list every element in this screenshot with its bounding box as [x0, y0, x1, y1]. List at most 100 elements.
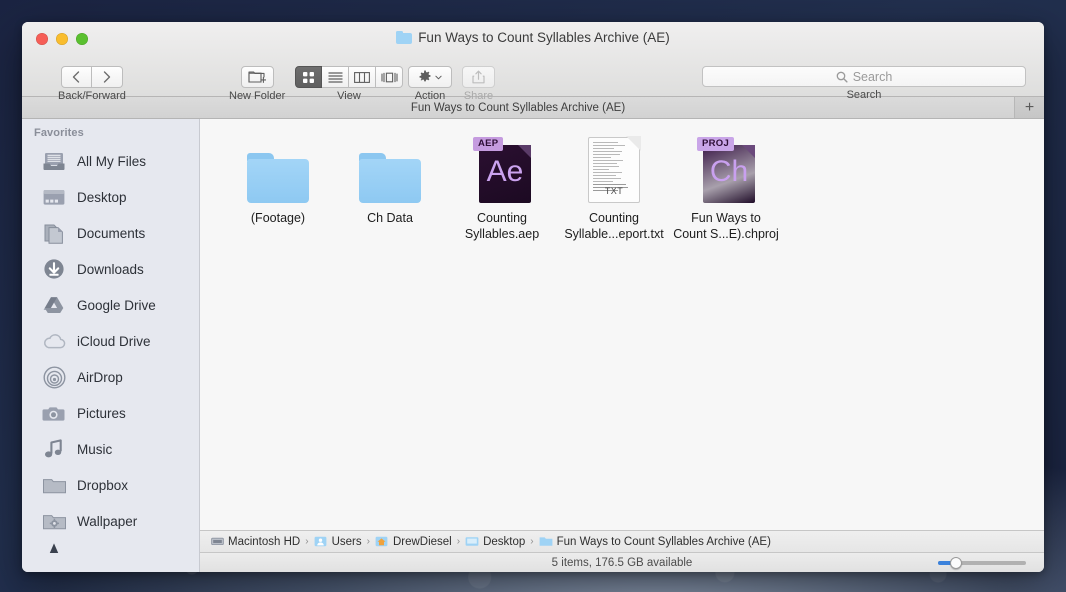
sidebar-section-favorites: Favorites [34, 127, 84, 139]
sidebar-item-google-drive[interactable]: Google Drive [22, 287, 199, 323]
sidebar-item-label: iCloud Drive [77, 333, 151, 349]
icon-view-button[interactable] [295, 66, 322, 88]
breadcrumb-separator: › [456, 536, 461, 547]
column-view-icon [354, 71, 370, 83]
navigation-group: Back/Forward [58, 66, 126, 102]
breadcrumb-drewdiesel[interactable]: DrewDiesel [375, 536, 452, 548]
view-caption: View [337, 90, 361, 102]
sidebar-item-downloads[interactable]: Downloads [22, 251, 199, 287]
desktop-folder-icon [465, 536, 479, 548]
file-icon-grid[interactable]: (Footage) Ch Data AEP Ae Counting Syllab… [200, 119, 1044, 530]
sidebar-item-all-my-files[interactable]: All My Files [22, 143, 199, 179]
new-folder-button[interactable] [240, 66, 274, 88]
text-file-icon: TXT [588, 136, 641, 203]
hard-drive-icon [210, 536, 224, 548]
status-text: 5 items, 176.5 GB available [551, 556, 693, 569]
adobe-icon [40, 539, 68, 553]
icon-size-slider-knob[interactable] [949, 556, 962, 569]
column-view-button[interactable] [349, 66, 376, 88]
list-view-icon [328, 71, 342, 83]
new-folder-icon [248, 71, 267, 83]
new-folder-group: New Folder [229, 66, 285, 102]
file-label: Ch Data [367, 211, 413, 225]
sidebar: Favorites All My Files Desktop Documents… [22, 119, 200, 572]
file-label: Counting Syllable...eport.txt [564, 211, 664, 241]
window-title-bar: Fun Ways to Count Syllables Archive (AE) [22, 30, 1044, 45]
share-group: Share [462, 66, 495, 102]
breadcrumb-separator: › [366, 536, 370, 547]
breadcrumb-separator: › [305, 536, 309, 547]
sidebar-item-label: Google Drive [77, 297, 156, 313]
after-effects-file-icon: AEP Ae [473, 135, 531, 203]
folder-icon [396, 31, 413, 44]
icloud-drive-icon [40, 329, 68, 353]
file-item-counting-syllable-report-txt[interactable]: TXT Counting Syllable...eport.txt [558, 135, 670, 242]
thumbnail [359, 135, 421, 203]
file-item-fun-ways-chproj[interactable]: PROJ Ch Fun Ways to Count S...E).chproj [670, 135, 782, 242]
sidebar-item-label: All My Files [77, 153, 147, 169]
coverflow-view-button[interactable] [376, 66, 403, 88]
breadcrumb-label: Users [331, 535, 362, 548]
thumbnail: TXT [588, 135, 641, 203]
sidebar-item-airdrop[interactable]: AirDrop [22, 359, 199, 395]
share-caption: Share [463, 90, 494, 102]
sidebar-item-wallpaper[interactable]: Wallpaper [22, 503, 199, 539]
action-button[interactable] [408, 66, 452, 88]
sidebar-item-documents[interactable]: Documents [22, 215, 199, 251]
search-input[interactable]: Search [702, 66, 1026, 87]
action-group: Action [408, 66, 452, 102]
sidebar-item-desktop[interactable]: Desktop [22, 179, 199, 215]
coverflow-view-icon [380, 72, 398, 82]
breadcrumb-users[interactable]: Users [314, 536, 362, 548]
share-icon [472, 70, 485, 84]
file-label: Counting Syllables.aep [464, 211, 540, 241]
chevron-right-icon [103, 71, 111, 83]
file-item-footage[interactable]: (Footage) [222, 135, 334, 242]
sidebar-item-label: Desktop [77, 189, 127, 205]
sidebar-item-label: Documents [77, 225, 146, 241]
documents-icon [40, 221, 68, 245]
breadcrumb-desktop[interactable]: Desktop [465, 536, 525, 548]
airdrop-icon [40, 365, 68, 389]
share-button[interactable] [462, 66, 495, 88]
forward-button[interactable] [91, 66, 123, 88]
breadcrumb-current-folder[interactable]: Fun Ways to Count Syllables Archive (AE) [539, 536, 771, 548]
pictures-icon [40, 401, 68, 425]
users-folder-icon [314, 536, 328, 548]
all-my-files-icon [40, 149, 68, 173]
file-item-counting-syllables-aep[interactable]: AEP Ae Counting Syllables.aep [446, 135, 558, 242]
finder-window: Fun Ways to Count Syllables Archive (AE)… [22, 22, 1044, 572]
back-button[interactable] [60, 66, 92, 88]
sidebar-item-label: Wallpaper [77, 513, 138, 529]
icon-view-icon [303, 71, 314, 83]
search-group: Search Search [684, 66, 1044, 101]
breadcrumb-label: DrewDiesel [392, 535, 452, 548]
icon-size-slider[interactable] [938, 556, 1026, 569]
sidebar-item-music[interactable]: Music [22, 431, 199, 467]
status-bar: 5 items, 176.5 GB available [200, 552, 1044, 572]
file-item-ch-data[interactable]: Ch Data [334, 135, 446, 242]
chevron-left-icon [73, 71, 80, 83]
sidebar-item-icloud-drive[interactable]: iCloud Drive [22, 323, 199, 359]
window-body: Favorites All My Files Desktop Documents… [22, 119, 1044, 572]
sidebar-item-label: AirDrop [77, 369, 123, 385]
file-glyph: Ae [486, 155, 524, 188]
breadcrumb-label: Macintosh HD [228, 535, 301, 548]
home-folder-icon [375, 536, 389, 548]
desktop-icon [40, 185, 68, 209]
folder-icon [539, 536, 553, 548]
list-view-button[interactable] [322, 66, 349, 88]
sidebar-item-dropbox[interactable]: Dropbox [22, 467, 199, 503]
path-bar: Macintosh HD › Users › DrewDiesel › Desk… [200, 530, 1044, 552]
breadcrumb-macintosh-hd[interactable]: Macintosh HD [210, 536, 300, 548]
sidebar-item-pictures[interactable]: Pictures [22, 395, 199, 431]
file-label: Fun Ways to Count S...E).chproj [673, 211, 779, 241]
character-animator-file-icon: PROJ Ch [697, 135, 755, 203]
file-badge: TXT [604, 186, 624, 196]
breadcrumb-label: Fun Ways to Count Syllables Archive (AE) [556, 535, 771, 548]
dropbox-folder-icon [40, 473, 68, 497]
sidebar-item-partial[interactable] [22, 539, 199, 553]
view-mode-group: View [295, 66, 403, 102]
folder-icon [359, 153, 421, 203]
thumbnail: PROJ Ch [697, 135, 755, 203]
